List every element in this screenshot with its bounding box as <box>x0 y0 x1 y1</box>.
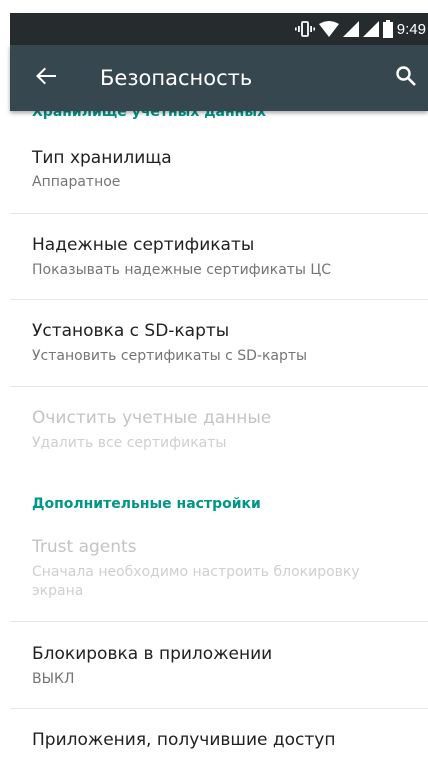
pref-title: Очистить учетные данные <box>32 408 272 428</box>
arrow-back-icon <box>36 66 56 91</box>
wifi-icon <box>318 21 339 37</box>
pref-title: Блокировка в приложении <box>32 644 273 664</box>
pref-summary: Удалить все сертификаты <box>32 435 227 451</box>
pref-usage-access-apps[interactable]: Приложения, получившие доступ <box>10 709 428 766</box>
screen: 9:49 Безопасность Хранилище учетных данн… <box>0 0 428 766</box>
settings-list[interactable]: Хранилище учетных данных Тип хранилища А… <box>10 111 428 766</box>
back-button[interactable] <box>30 62 62 94</box>
pref-storage-type[interactable]: Тип хранилища Аппаратное <box>10 139 428 213</box>
pref-title: Приложения, получившие доступ <box>32 730 336 750</box>
pref-summary: Показывать надежные сертификаты ЦС <box>32 262 332 278</box>
screen-edge <box>0 0 10 766</box>
section-header-advanced: Дополнительные настройки <box>32 496 261 512</box>
signal-icon <box>342 21 359 37</box>
status-bar: 9:49 <box>10 13 428 45</box>
pref-clear-credentials: Очистить учетные данные Удалить все серт… <box>10 387 428 479</box>
pref-summary: Установить сертификаты с SD-карты <box>32 348 308 364</box>
signal-icon <box>362 21 379 37</box>
section-header-credential-storage: Хранилище учетных данных <box>32 111 267 120</box>
pref-trusted-certificates[interactable]: Надежные сертификаты Показывать надежные… <box>10 214 428 299</box>
search-icon <box>396 65 416 91</box>
page-title: Безопасность <box>100 66 253 90</box>
pref-title: Тип хранилища <box>32 148 172 168</box>
pref-summary: Сначала необходимо настроить блокировку … <box>32 564 360 599</box>
pref-title: Установка с SD-карты <box>32 321 230 341</box>
app-bar: Безопасность <box>10 45 428 111</box>
pref-summary: ВЫКЛ <box>32 671 75 687</box>
pref-summary: Аппаратное <box>32 174 121 190</box>
pref-title: Trust agents <box>32 537 137 557</box>
pref-title: Надежные сертификаты <box>32 235 255 255</box>
pref-screen-pinning[interactable]: Блокировка в приложении ВЫКЛ <box>10 622 428 708</box>
status-time: 9:49 <box>396 20 426 38</box>
battery-icon <box>382 20 393 38</box>
search-button[interactable] <box>390 62 422 94</box>
vibrate-icon <box>294 20 315 38</box>
pref-trust-agents: Trust agents Сначала необходимо настроит… <box>10 529 428 621</box>
status-icons: 9:49 <box>294 13 428 45</box>
pref-install-from-sd[interactable]: Установка с SD-карты Установить сертифик… <box>10 300 428 386</box>
